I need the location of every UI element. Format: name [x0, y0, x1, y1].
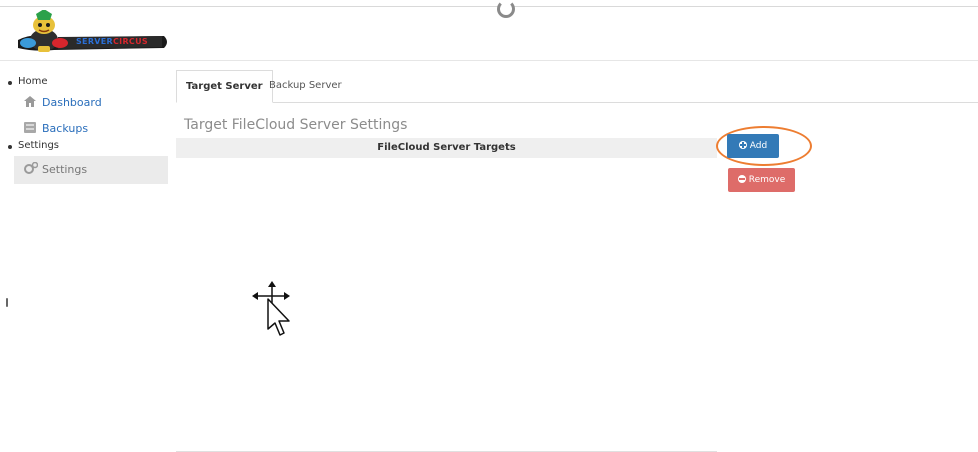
- sidebar-section-label: Home: [18, 76, 48, 87]
- tab-backup-server[interactable]: Backup Server: [260, 70, 351, 101]
- top-divider: [0, 6, 978, 7]
- window-edge-marker: [6, 298, 8, 307]
- logo-wordmark: SERVERCIRCUS: [76, 37, 148, 46]
- home-icon: [24, 92, 36, 114]
- move-cursor-icon: [250, 281, 298, 341]
- logo-wordmark-circus: CIRCUS: [113, 37, 148, 46]
- backups-icon: [24, 118, 36, 140]
- sidebar-item-backups[interactable]: Backups: [0, 118, 170, 140]
- server-tabs: Target Server Backup Server: [176, 70, 978, 103]
- remove-button-label: Remove: [748, 175, 786, 185]
- servercircus-logo[interactable]: SERVERCIRCUS: [14, 9, 170, 56]
- sidebar-section-settings: Settings: [0, 140, 170, 156]
- tab-target-server[interactable]: Target Server: [176, 70, 273, 103]
- minus-circle-icon: [737, 175, 746, 183]
- add-button[interactable]: Add: [727, 134, 779, 158]
- sidebar-item-dashboard[interactable]: Dashboard: [0, 92, 170, 114]
- sidebar-item-settings[interactable]: Settings: [14, 156, 168, 184]
- bullet-icon: [8, 145, 12, 149]
- sidebar-item-label: Dashboard: [42, 96, 102, 109]
- loading-spinner-icon: [497, 0, 515, 18]
- sidebar-item-label: Backups: [42, 122, 89, 135]
- sidebar-section-label: Settings: [18, 140, 60, 151]
- sidebar-section-home: Home: [0, 76, 170, 92]
- sidebar-nav: Home Dashboard Backups Settings Settings: [0, 76, 170, 184]
- remove-button[interactable]: Remove: [728, 168, 795, 192]
- logo-wordmark-server: SERVER: [76, 37, 114, 46]
- bullet-icon: [8, 81, 12, 85]
- logo-graphic: [18, 9, 167, 52]
- add-button-label: Add: [749, 141, 768, 151]
- gears-icon: [24, 156, 39, 184]
- server-targets-table-header: FileCloud Server Targets: [176, 138, 717, 158]
- sidebar-item-label: Settings: [42, 163, 88, 176]
- plus-circle-icon: [738, 141, 747, 149]
- top-header: SERVERCIRCUS: [0, 0, 978, 61]
- page-title: Target FileCloud Server Settings: [184, 117, 408, 133]
